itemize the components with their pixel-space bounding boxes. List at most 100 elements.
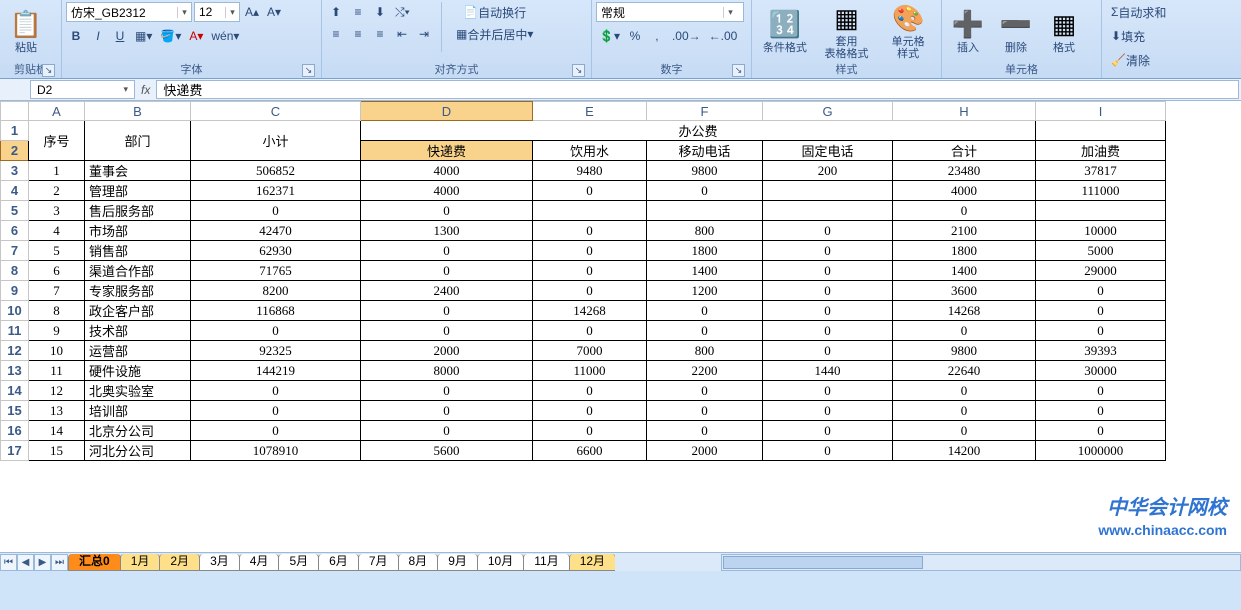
- align-launcher-icon[interactable]: ↘: [572, 64, 585, 77]
- cell-D17[interactable]: 5600: [361, 441, 533, 461]
- header-subtotal[interactable]: 小计: [191, 121, 361, 161]
- spreadsheet-grid[interactable]: ABCDEFGHI1序号部门小计办公费2快递费饮用水移动电话固定电话合计加油费3…: [0, 101, 1241, 571]
- col-header-H[interactable]: H: [893, 102, 1036, 121]
- cell-H15[interactable]: 0: [893, 401, 1036, 421]
- align-middle-button[interactable]: ≡: [348, 2, 368, 22]
- merge-center-button[interactable]: ▦ 合并后居中 ▾: [449, 24, 540, 44]
- align-top-button[interactable]: ⬆: [326, 2, 346, 22]
- cell-I12[interactable]: 39393: [1036, 341, 1166, 361]
- cell-E12[interactable]: 7000: [533, 341, 647, 361]
- cell-C13[interactable]: 144219: [191, 361, 361, 381]
- cell-B15[interactable]: 培训部: [85, 401, 191, 421]
- cell-E6[interactable]: 0: [533, 221, 647, 241]
- cell-A4[interactable]: 2: [29, 181, 85, 201]
- delete-button[interactable]: ➖删除: [994, 2, 1038, 60]
- tab-nav-last-icon[interactable]: ⏭: [51, 554, 68, 571]
- header-office-group[interactable]: 办公费: [361, 121, 1036, 141]
- cell-F8[interactable]: 1400: [647, 261, 763, 281]
- col-header-D[interactable]: D: [361, 102, 533, 121]
- cell-I9[interactable]: 0: [1036, 281, 1166, 301]
- header-f[interactable]: 移动电话: [647, 141, 763, 161]
- cell-B11[interactable]: 技术部: [85, 321, 191, 341]
- cell-A13[interactable]: 11: [29, 361, 85, 381]
- cell-F5[interactable]: [647, 201, 763, 221]
- cell-G16[interactable]: 0: [763, 421, 893, 441]
- clipboard-launcher-icon[interactable]: ↘: [42, 64, 55, 77]
- cell-G8[interactable]: 0: [763, 261, 893, 281]
- cell-F3[interactable]: 9800: [647, 161, 763, 181]
- cell-H7[interactable]: 1800: [893, 241, 1036, 261]
- orientation-button[interactable]: ⤭▾: [392, 2, 413, 22]
- col-header-B[interactable]: B: [85, 102, 191, 121]
- align-left-button[interactable]: ≡: [326, 24, 346, 44]
- cell-C9[interactable]: 8200: [191, 281, 361, 301]
- font-size-combo[interactable]: ▾: [194, 2, 240, 22]
- cell-B3[interactable]: 董事会: [85, 161, 191, 181]
- cell-D3[interactable]: 4000: [361, 161, 533, 181]
- chevron-down-icon[interactable]: ▾: [177, 7, 191, 18]
- percent-button[interactable]: %: [625, 26, 645, 46]
- cell-G12[interactable]: 0: [763, 341, 893, 361]
- font-size-input[interactable]: [195, 3, 225, 21]
- cell-H13[interactable]: 22640: [893, 361, 1036, 381]
- cell-C11[interactable]: 0: [191, 321, 361, 341]
- cell-A10[interactable]: 8: [29, 301, 85, 321]
- cell-D11[interactable]: 0: [361, 321, 533, 341]
- cell-F13[interactable]: 2200: [647, 361, 763, 381]
- row-header-12[interactable]: 12: [1, 341, 29, 361]
- sheet-tab-11月[interactable]: 11月: [523, 554, 569, 571]
- col-header-E[interactable]: E: [533, 102, 647, 121]
- align-center-button[interactable]: ≡: [348, 24, 368, 44]
- cell-F12[interactable]: 800: [647, 341, 763, 361]
- sheet-tab-9月[interactable]: 9月: [437, 554, 478, 571]
- cell-A14[interactable]: 12: [29, 381, 85, 401]
- cell-G5[interactable]: [763, 201, 893, 221]
- cell-G15[interactable]: 0: [763, 401, 893, 421]
- cell-B9[interactable]: 专家服务部: [85, 281, 191, 301]
- cell-F14[interactable]: 0: [647, 381, 763, 401]
- phonetic-button[interactable]: wén▾: [208, 26, 242, 46]
- col-header-G[interactable]: G: [763, 102, 893, 121]
- cell-C4[interactable]: 162371: [191, 181, 361, 201]
- shrink-font-button[interactable]: A▾: [264, 2, 284, 22]
- tab-nav-first-icon[interactable]: ⏮: [0, 554, 17, 571]
- cell-C10[interactable]: 116868: [191, 301, 361, 321]
- tab-nav-prev-icon[interactable]: ◀: [17, 554, 34, 571]
- cell-B14[interactable]: 北奥实验室: [85, 381, 191, 401]
- cell-I15[interactable]: 0: [1036, 401, 1166, 421]
- cell-D5[interactable]: 0: [361, 201, 533, 221]
- sheet-tab-12月[interactable]: 12月: [569, 554, 615, 571]
- cell-A8[interactable]: 6: [29, 261, 85, 281]
- sheet-tab-8月[interactable]: 8月: [398, 554, 439, 571]
- cell-C14[interactable]: 0: [191, 381, 361, 401]
- row-header-17[interactable]: 17: [1, 441, 29, 461]
- cell-D15[interactable]: 0: [361, 401, 533, 421]
- sheet-tab-1月[interactable]: 1月: [120, 554, 161, 571]
- grow-font-button[interactable]: A▴: [242, 2, 262, 22]
- cell-I14[interactable]: 0: [1036, 381, 1166, 401]
- tab-nav-next-icon[interactable]: ▶: [34, 554, 51, 571]
- cell-D16[interactable]: 0: [361, 421, 533, 441]
- cell-B8[interactable]: 渠道合作部: [85, 261, 191, 281]
- cell-G4[interactable]: [763, 181, 893, 201]
- cell-I8[interactable]: 29000: [1036, 261, 1166, 281]
- cell-C12[interactable]: 92325: [191, 341, 361, 361]
- cell-I3[interactable]: 37817: [1036, 161, 1166, 181]
- cell-E13[interactable]: 11000: [533, 361, 647, 381]
- italic-button[interactable]: I: [88, 26, 108, 46]
- cell-H5[interactable]: 0: [893, 201, 1036, 221]
- sheet-tab-2月[interactable]: 2月: [159, 554, 200, 571]
- cell-G10[interactable]: 0: [763, 301, 893, 321]
- bold-button[interactable]: B: [66, 26, 86, 46]
- cell-I13[interactable]: 30000: [1036, 361, 1166, 381]
- chevron-down-icon[interactable]: ▾: [723, 7, 737, 18]
- paste-button[interactable]: 📋 粘贴: [4, 2, 48, 60]
- fx-icon[interactable]: fx: [141, 83, 150, 97]
- cell-D13[interactable]: 8000: [361, 361, 533, 381]
- cell-I4[interactable]: 111000: [1036, 181, 1166, 201]
- header-e[interactable]: 饮用水: [533, 141, 647, 161]
- cell-styles-button[interactable]: 🎨单元格 样式: [879, 2, 937, 60]
- cell-I6[interactable]: 10000: [1036, 221, 1166, 241]
- cell-D14[interactable]: 0: [361, 381, 533, 401]
- cell-E3[interactable]: 9480: [533, 161, 647, 181]
